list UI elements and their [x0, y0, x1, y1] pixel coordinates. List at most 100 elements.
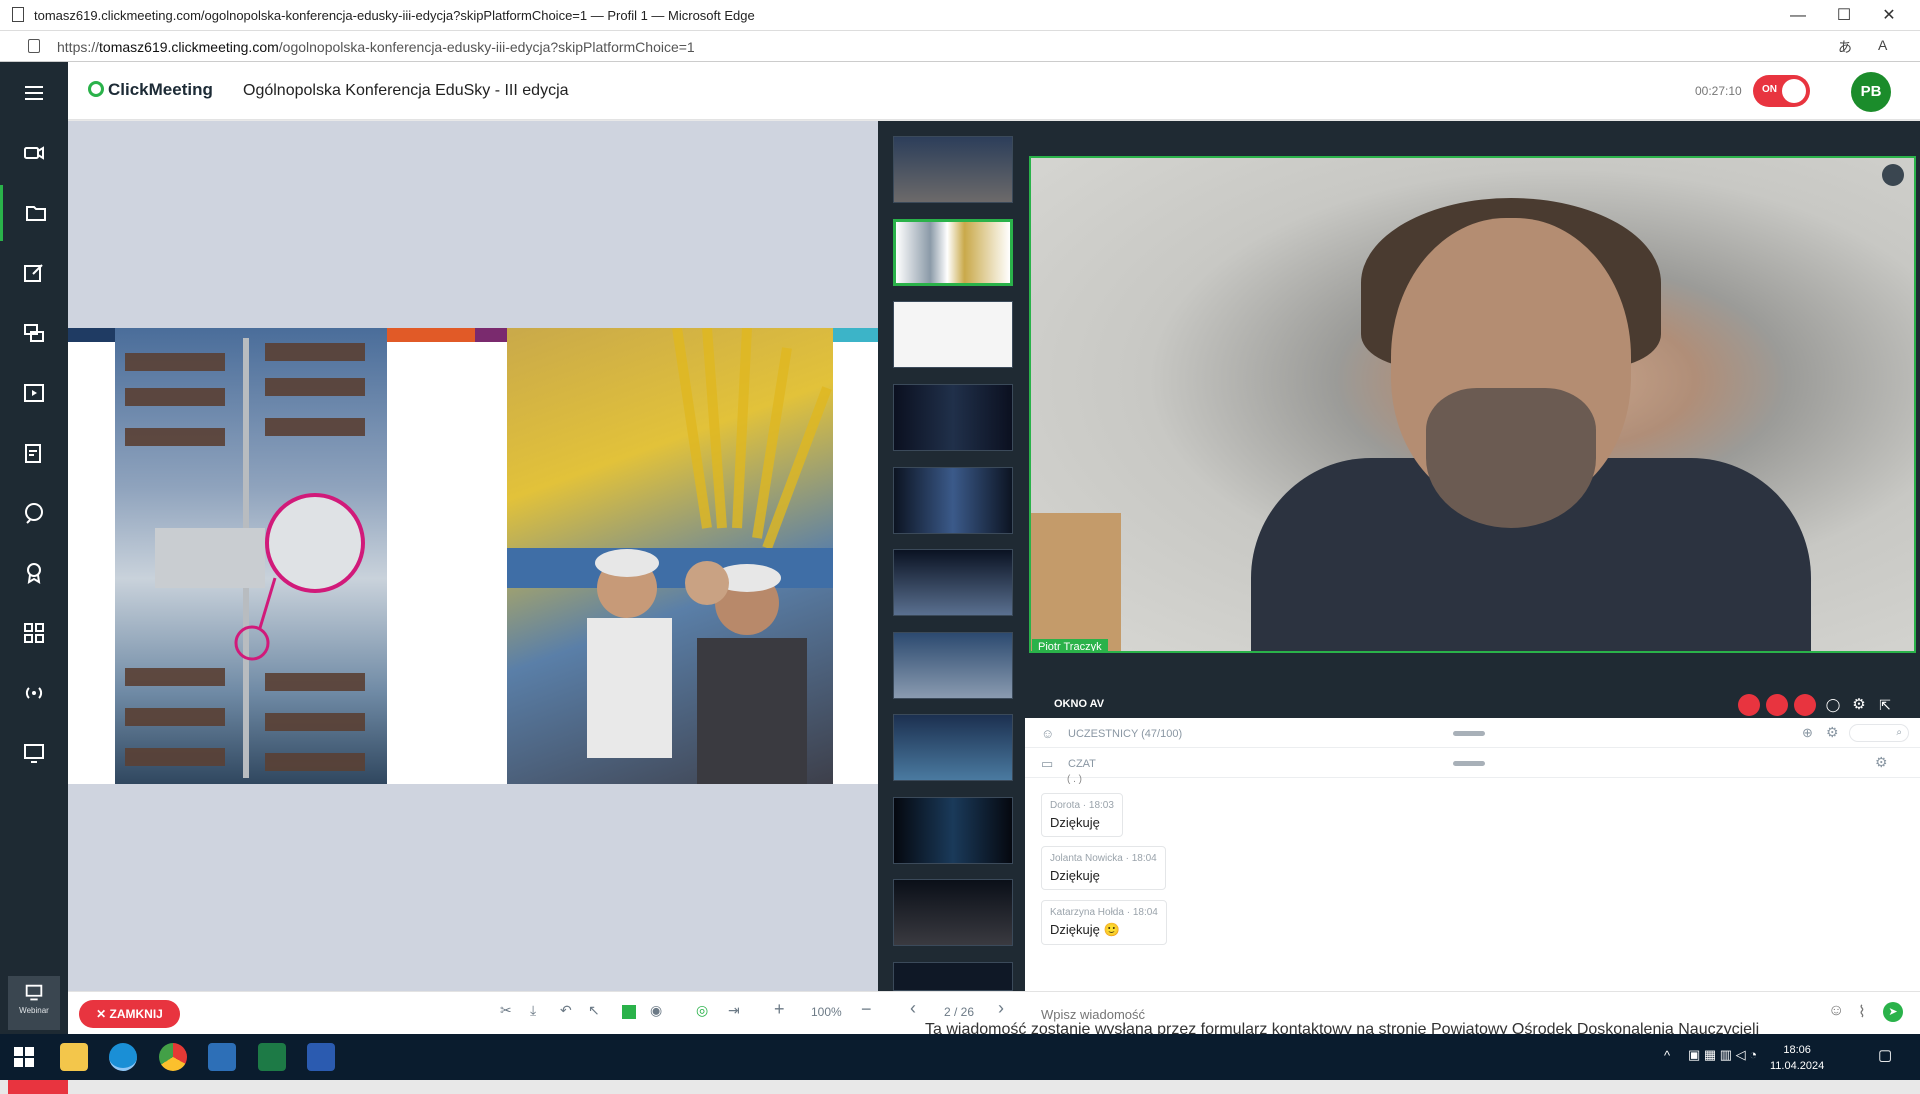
- store-icon[interactable]: [208, 1043, 236, 1071]
- laser-icon[interactable]: ✂: [500, 1002, 512, 1019]
- add-participant-icon[interactable]: ⊕: [1802, 725, 1813, 741]
- previous-slide-icon[interactable]: ‹: [910, 998, 916, 1019]
- side-panel: ☺ UCZESTNICY (47/100) ⊕ ⚙ ⌕ ▭ CZAT ⚙ ( .…: [1025, 718, 1920, 992]
- slide-thumbnail[interactable]: [893, 549, 1013, 616]
- background-shelf: [1031, 513, 1121, 651]
- settings-icon[interactable]: ⚙: [1848, 694, 1870, 716]
- maximize-button[interactable]: ☐: [1832, 4, 1856, 28]
- chat-settings-icon[interactable]: ⚙: [1875, 754, 1888, 771]
- slide-thumbnail[interactable]: [893, 632, 1013, 699]
- stroke-size-icon[interactable]: ◉: [650, 1002, 662, 1019]
- system-clock[interactable]: 18:06 11.04.2024: [1770, 1042, 1824, 1074]
- close-presentation-button[interactable]: ✕ ZAMKNIJ: [79, 1000, 180, 1028]
- av-window-bar: OKNO AV ◯ ⚙ ⇱: [1025, 691, 1920, 718]
- webinar-label: Webinar: [19, 1006, 49, 1015]
- mic-off-icon[interactable]: [1766, 694, 1788, 716]
- minimize-button[interactable]: —: [1786, 4, 1810, 28]
- windows-taskbar: ^ ▣ ▦ ▥ ◁ ◔ 18:06 11.04.2024 ▢: [0, 1034, 1920, 1080]
- participants-settings-icon[interactable]: ⚙: [1826, 724, 1839, 741]
- files-icon[interactable]: [0, 185, 68, 241]
- webinar-mode-button[interactable]: Webinar: [8, 976, 60, 1030]
- zoom-level: 100%: [811, 1005, 842, 1019]
- translate-icon[interactable]: あ: [1838, 37, 1852, 57]
- slide-thumbnail[interactable]: [893, 797, 1013, 864]
- slide-thumbnail[interactable]: [893, 467, 1013, 534]
- zoom-out-icon[interactable]: −: [861, 999, 872, 1020]
- fit-width-icon[interactable]: ⇥: [728, 1002, 740, 1019]
- event-title: Ogólnopolska Konferencja EduSky - III ed…: [243, 82, 569, 99]
- undo-icon[interactable]: ↶: [560, 1002, 572, 1019]
- edge-icon[interactable]: [109, 1043, 137, 1071]
- recording-toggle[interactable]: ON: [1753, 75, 1810, 107]
- slide-thumbnail-selected[interactable]: [893, 219, 1013, 286]
- badge-icon[interactable]: [0, 545, 68, 601]
- camera-off-icon[interactable]: [1738, 694, 1760, 716]
- eye-icon[interactable]: ◎: [696, 1002, 708, 1019]
- close-window-button[interactable]: ✕: [1877, 4, 1901, 28]
- media-icon[interactable]: [0, 365, 68, 421]
- slide-thumbnail[interactable]: [893, 301, 1013, 368]
- presenter-screen-icon[interactable]: [0, 725, 68, 781]
- presenter-beard: [1426, 388, 1596, 528]
- qa-icon[interactable]: [0, 485, 68, 541]
- read-aloud-icon[interactable]: A: [1878, 37, 1887, 53]
- app-header: ClickMeeting Ogólnopolska Konferencja Ed…: [0, 62, 1920, 120]
- slide-thumbnail[interactable]: [893, 136, 1013, 203]
- tray-icons[interactable]: ▣ ▦ ▥ ◁ ◔: [1688, 1047, 1757, 1063]
- chrome-icon[interactable]: [159, 1043, 187, 1071]
- slide-color-bar: [833, 328, 878, 342]
- participant-name-label: Piotr Traczyk: [1032, 639, 1108, 651]
- participants-header[interactable]: ☺ UCZESTNICY (47/100) ⊕ ⚙ ⌕: [1025, 718, 1920, 748]
- browser-title-bar: tomasz619.clickmeeting.com/ogolnopolska-…: [0, 0, 1920, 31]
- user-avatar[interactable]: PB: [1851, 72, 1891, 112]
- color-picker-icon[interactable]: [622, 1005, 636, 1019]
- tray-chevron-icon[interactable]: ^: [1664, 1048, 1670, 1063]
- slide-thumbnail[interactable]: [893, 879, 1013, 946]
- slide-thumbnail[interactable]: [893, 714, 1013, 781]
- excel-icon[interactable]: [258, 1043, 286, 1071]
- browser-title: tomasz619.clickmeeting.com/ogolnopolska-…: [34, 8, 755, 23]
- slide-color-bar: [387, 328, 475, 342]
- participants-label: UCZESTNICY (47/100): [1068, 728, 1183, 740]
- participants-search[interactable]: ⌕: [1849, 724, 1909, 742]
- whiteboard-icon[interactable]: [0, 245, 68, 301]
- chat-header[interactable]: ▭ CZAT ⚙: [1025, 748, 1920, 778]
- page-icon: [12, 7, 24, 22]
- toggle-label: ON: [1762, 84, 1777, 95]
- word-icon[interactable]: [307, 1043, 335, 1071]
- file-explorer-icon[interactable]: [60, 1043, 88, 1071]
- survey-icon[interactable]: [0, 425, 68, 481]
- page-indicator: 2 / 26: [944, 1005, 975, 1019]
- screen-share-icon[interactable]: [0, 305, 68, 361]
- collapse-handle[interactable]: [1453, 731, 1485, 736]
- popout-icon[interactable]: ⇱: [1874, 694, 1896, 716]
- notification-icon[interactable]: ▢: [1878, 1046, 1892, 1064]
- chat-bubble-icon[interactable]: ◯: [1822, 694, 1844, 716]
- slide-thumbnail[interactable]: [893, 962, 1013, 991]
- pointer-icon[interactable]: ↖: [588, 1002, 600, 1019]
- partial-message: ( . ): [1067, 774, 1082, 785]
- webinar-icon: [25, 984, 43, 1001]
- camera-icon[interactable]: [0, 125, 68, 181]
- apps-icon[interactable]: [0, 605, 68, 661]
- zoom-in-icon[interactable]: +: [774, 999, 785, 1020]
- speaker-off-icon[interactable]: [1794, 694, 1816, 716]
- slide-thumbnail[interactable]: [893, 384, 1013, 451]
- chat-message: Jolanta Nowicka · 18:04 Dziękuję: [1041, 846, 1166, 890]
- attach-icon[interactable]: ⌇: [1858, 1002, 1866, 1022]
- emoji-icon[interactable]: ☺: [1828, 1002, 1844, 1020]
- send-icon[interactable]: ➤: [1883, 1002, 1903, 1022]
- windows-start-icon[interactable]: [14, 1047, 34, 1067]
- mic-icon[interactable]: [1882, 164, 1904, 186]
- address-bar[interactable]: https://tomasz619.clickmeeting.com/ogoln…: [0, 31, 1920, 62]
- session-timer: 00:27:10: [1695, 84, 1742, 98]
- presenter-video: Piotr Traczyk: [1029, 156, 1916, 653]
- chat-message: Dorota · 18:03 Dziękuję: [1041, 793, 1123, 837]
- slide-color-bar: [475, 328, 507, 342]
- download-icon[interactable]: ⤓: [530, 1002, 536, 1019]
- next-slide-icon[interactable]: ›: [998, 998, 1004, 1019]
- menu-icon[interactable]: [0, 65, 68, 121]
- broadcast-icon[interactable]: [0, 665, 68, 721]
- url-text[interactable]: https://tomasz619.clickmeeting.com/ogoln…: [57, 39, 695, 55]
- collapse-handle[interactable]: [1453, 761, 1485, 766]
